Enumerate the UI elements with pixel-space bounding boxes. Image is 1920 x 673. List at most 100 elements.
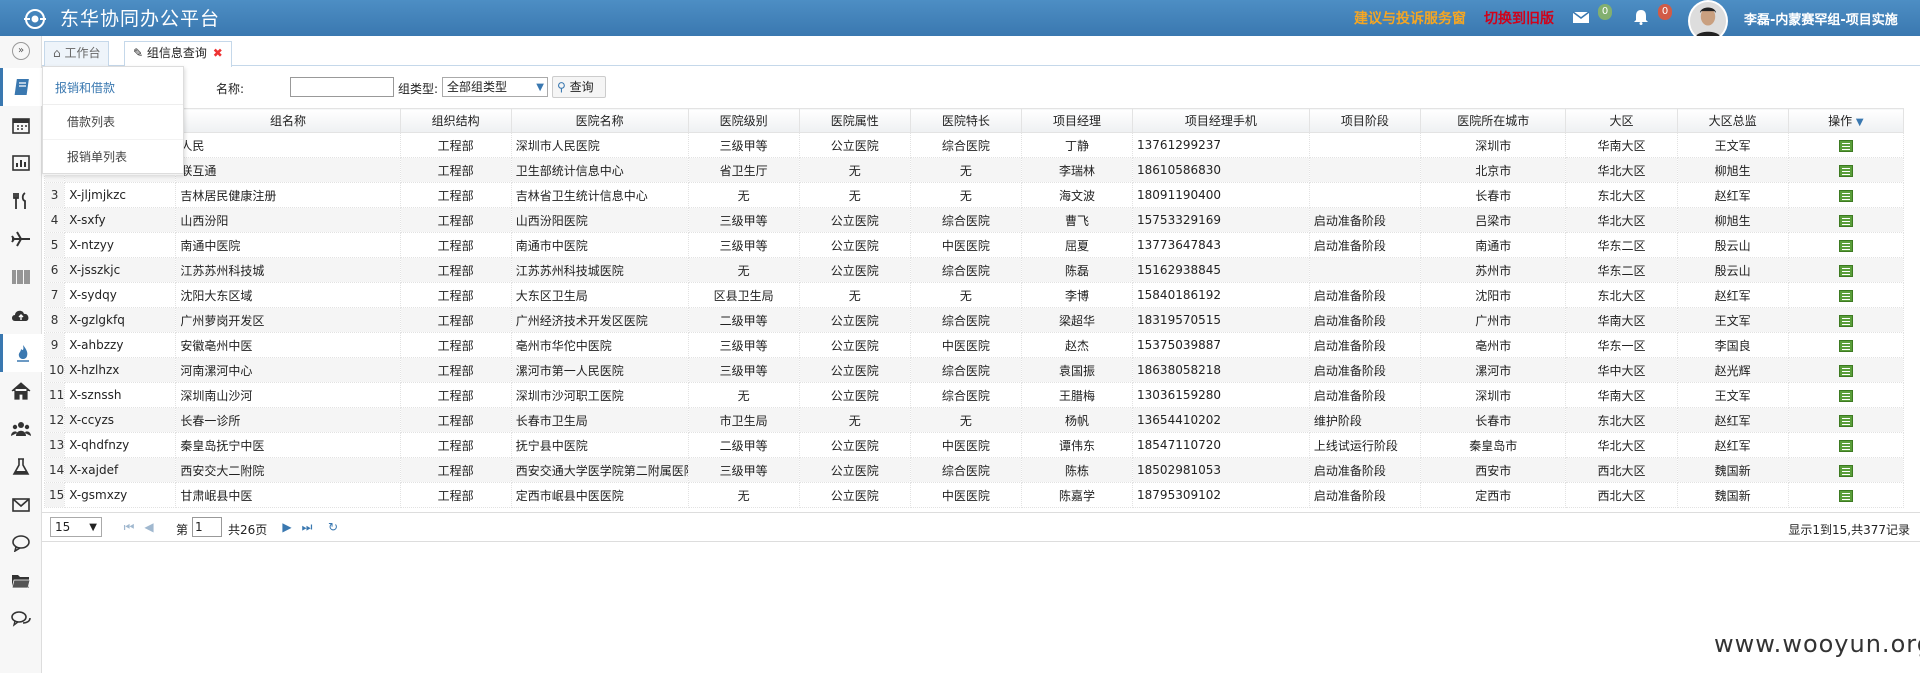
refresh-icon[interactable]: ↻	[326, 520, 340, 534]
bell-icon[interactable]	[1632, 9, 1650, 25]
column-header[interactable]: 医院级别	[687, 108, 800, 133]
table-row[interactable]: 5 X-ntzyy 南通中医院 工程部 南通市中医院 三级甲等 公立医院 中医医院 屈夏 1377…	[43, 232, 1905, 258]
view-detail-icon[interactable]	[1838, 264, 1853, 277]
view-detail-icon[interactable]	[1838, 214, 1853, 227]
view-detail-icon[interactable]	[1838, 489, 1853, 502]
column-header[interactable]: 项目经理	[1020, 108, 1134, 133]
table-cell: 赵红军	[1676, 432, 1789, 458]
table-cell	[1308, 182, 1421, 208]
next-page-icon[interactable]: ▶	[280, 520, 294, 534]
column-header[interactable]: 大区	[1565, 108, 1678, 133]
page-number-input[interactable]: 1	[192, 517, 222, 537]
table-cell: 综合医院	[909, 207, 1022, 233]
row-number: 15	[43, 482, 66, 508]
table-row[interactable]: 11 X-sznssh 深圳南山沙河 工程部 深圳市沙河职工医院无公立医院 综合医院 王腊梅…	[43, 382, 1905, 408]
table-row[interactable]: 8 X-gzlgkfq 广州萝岗开发区 工程部 广州经济技术开发区医院 二级甲等 公立医院综…	[43, 307, 1905, 333]
column-header[interactable]: 项目经理手机	[1132, 108, 1310, 133]
table-row[interactable]: 2联互通工程部卫生部统计信息中心省卫生厅无无李瑞林18610586830北京市华…	[43, 157, 1905, 183]
group-type-select[interactable]: 全部组类型 ▼	[442, 77, 548, 97]
column-header[interactable]: 医院属性	[798, 108, 911, 133]
table-row[interactable]: 10 X-hzlhzx 河南漯河中心 工程部 漯河市第一人民医院 三级甲等 公立医院 综合医院…	[43, 357, 1905, 383]
table-row[interactable]: 4 X-sxfy 山西汾阳 工程部 山西汾阳医院 三级甲等 公立医院 综合医院 曹飞 157533…	[43, 207, 1905, 233]
view-detail-icon[interactable]	[1838, 414, 1853, 427]
table-cell: 江苏苏州科技城医院	[510, 257, 689, 283]
view-detail-icon[interactable]	[1838, 164, 1853, 177]
sidebar-item-comments[interactable]	[0, 600, 42, 638]
column-header[interactable]: 医院所在城市	[1419, 108, 1567, 133]
switch-old-version-link[interactable]: 切换到旧版	[1484, 8, 1554, 28]
table-cell: 工程部	[399, 132, 512, 158]
sidebar-item-chat[interactable]	[0, 524, 42, 562]
view-detail-icon[interactable]	[1838, 364, 1853, 377]
tab-group-query[interactable]: ✎ 组信息查询 ✖	[124, 41, 232, 67]
name-input[interactable]	[290, 77, 394, 97]
table-row[interactable]: 1人民工程部深圳市人民医院三级甲等公立医院综合医院丁静13761299237深圳…	[43, 132, 1905, 158]
sidebar-item-travel[interactable]	[0, 220, 42, 258]
view-detail-icon[interactable]	[1838, 439, 1853, 452]
table-row[interactable]: 9 X-ahbzzy 安徽亳州中医 工程部 亳州市华佗中医院 三级甲等 公立医院 中医医院 赵杰…	[43, 332, 1905, 358]
last-page-icon[interactable]: ⏭	[300, 520, 314, 534]
suggest-link[interactable]: 建议与投诉服务窗	[1354, 8, 1466, 28]
sidebar-item-folder[interactable]	[0, 562, 42, 600]
mail-icon[interactable]	[1572, 9, 1590, 25]
column-header[interactable]: 组织结构	[399, 108, 512, 133]
table-row[interactable]: 13 X-qhdfnzy 秦皇岛抚宁中医 工程部 抚宁县中医院 二级甲等 公立医院 中医医院谭…	[43, 432, 1905, 458]
table-row[interactable]: 12 X-ccyzs 长春一诊所 工程部 长春市卫生局 市卫生局无无杨帆 136544102…	[43, 407, 1905, 433]
table-row[interactable]: 15 X-gsmxzy 甘肃岷县中医 工程部 定西市岷县中医医院无公立医院 中医医院 陈嘉学…	[43, 482, 1905, 508]
table-cell: 王文军	[1676, 382, 1789, 408]
menu-item-expense-list[interactable]: 报销单列表	[43, 140, 183, 175]
table-cell: 工程部	[399, 432, 512, 458]
table-cell: 王腊梅	[1020, 382, 1134, 408]
table-cell: X-qhdfnzy	[64, 432, 177, 458]
table-row[interactable]: 7 X-sydqy 沈阳大东区域 工程部 大东区卫生局 区县卫生局无无李博 15840186…	[43, 282, 1905, 308]
view-detail-icon[interactable]	[1838, 139, 1853, 152]
first-page-icon[interactable]: ⏮	[122, 520, 136, 534]
menu-item-loan-list[interactable]: 借款列表	[43, 105, 183, 140]
view-detail-icon[interactable]	[1838, 464, 1853, 477]
chevron-down-icon: ▼	[89, 522, 97, 533]
view-detail-icon[interactable]	[1838, 289, 1853, 302]
prev-page-icon[interactable]: ◀	[142, 520, 156, 534]
sidebar-item-users[interactable]	[0, 410, 42, 448]
column-header[interactable]: 组名称	[175, 108, 401, 133]
column-header[interactable]: 医院特长	[909, 108, 1022, 133]
column-header[interactable]: 项目阶段	[1308, 108, 1421, 133]
user-name[interactable]: 李磊-内蒙赛罕组-项目实施	[1744, 9, 1898, 28]
barcode-icon	[12, 270, 30, 284]
table-row[interactable]: 3 X-jljmjkzc 吉林居民健康注册 工程部 吉林省卫生统计信息中心无无无海文波 1…	[43, 182, 1905, 208]
table-cell: 综合医院	[909, 382, 1022, 408]
table-row[interactable]: 6 X-jsszkjc 江苏苏州科技城 工程部 江苏苏州科技城医院无公立医院 综合医院 陈磊…	[43, 257, 1905, 283]
collapse-sidebar-button[interactable]: »	[12, 42, 30, 60]
action-cell	[1787, 357, 1905, 383]
sidebar-item-lab[interactable]	[0, 448, 42, 486]
table-cell: 大东区卫生局	[510, 282, 689, 308]
tab-workbench[interactable]: ⌂ 工作台	[44, 41, 110, 66]
sidebar-item-upload[interactable]	[0, 296, 42, 334]
sidebar-item-mail[interactable]	[0, 486, 42, 524]
page-size-select[interactable]: 15 ▼	[50, 517, 102, 537]
view-detail-icon[interactable]	[1838, 389, 1853, 402]
table-row[interactable]: 14 X-xajdef 西安交大二附院 工程部 西安交通大学医学院第二附属医院 三级甲等公…	[43, 457, 1905, 483]
view-detail-icon[interactable]	[1838, 314, 1853, 327]
table-cell: 东北大区	[1565, 407, 1678, 433]
table-cell: X-sznssh	[64, 382, 177, 408]
group-table: 组名称 组织结构 医院名称 医院级别 医院属性 医院特长 项目经理 项目经理手机…	[43, 108, 1920, 508]
column-header[interactable]: 大区总监	[1676, 108, 1789, 133]
view-detail-icon[interactable]	[1838, 189, 1853, 202]
sidebar-item-flame[interactable]	[0, 334, 42, 372]
query-button[interactable]: ⚲ 查询	[552, 76, 606, 98]
close-tab-icon[interactable]: ✖	[213, 46, 223, 60]
column-header[interactable]: 医院名称	[510, 108, 689, 133]
sidebar-item-calendar[interactable]	[0, 106, 42, 144]
view-detail-icon[interactable]	[1838, 339, 1853, 352]
view-detail-icon[interactable]	[1838, 239, 1853, 252]
sidebar-item-home[interactable]	[0, 372, 42, 410]
table-cell: X-hzlhzx	[64, 357, 177, 383]
menu-title[interactable]: 报销和借款	[43, 67, 183, 105]
column-header-actions[interactable]: 操作 ▼	[1787, 108, 1905, 133]
sidebar-item-chart[interactable]	[0, 144, 42, 182]
sidebar-item-expense[interactable]	[0, 68, 42, 106]
sidebar-item-food[interactable]	[0, 182, 42, 220]
sidebar-item-barcode[interactable]	[0, 258, 42, 296]
table-cell: X-jljmjkzc	[64, 182, 177, 208]
